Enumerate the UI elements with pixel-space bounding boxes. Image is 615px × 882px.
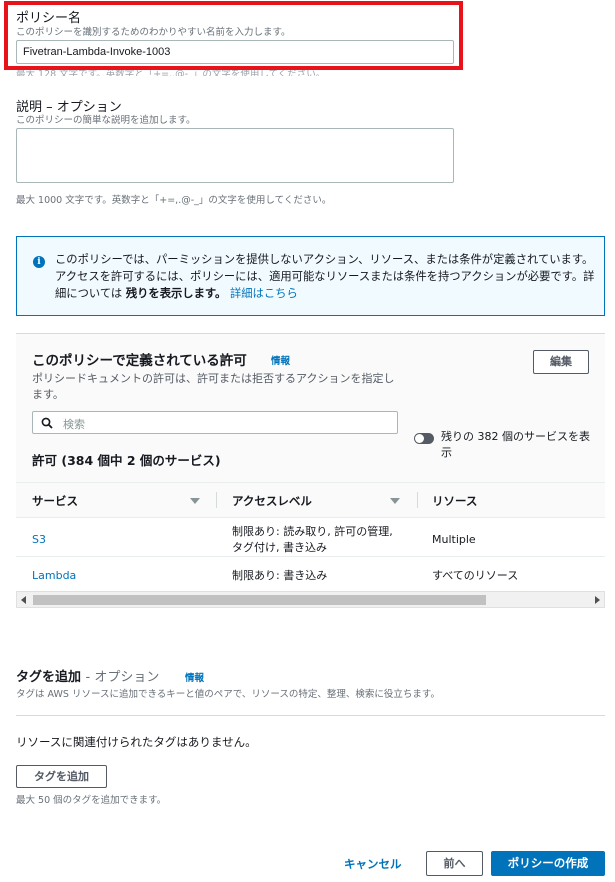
column-divider: [216, 492, 217, 508]
no-tags-text: リソースに関連付けられたタグはありません。: [16, 735, 257, 749]
row-divider: [16, 556, 605, 557]
permissions-count: 許可 (384 個中 2 個のサービス): [32, 453, 221, 468]
permissions-info-link[interactable]: 情報: [271, 353, 290, 367]
search-placeholder: 検索: [63, 418, 85, 431]
description-hint: このポリシーの簡単な説明を追加します。: [16, 115, 196, 126]
highlight-box: [4, 1, 463, 70]
access-level-lambda: 制限あり: 書き込み: [232, 569, 328, 582]
tags-optional: - オプション: [85, 670, 160, 685]
tags-hint: タグは AWS リソースに追加できるキーと値のペアで、リソースの特定、整理、検索…: [16, 689, 440, 700]
sort-icon[interactable]: [190, 498, 200, 504]
search-input[interactable]: 検索: [32, 411, 398, 434]
add-tag-button[interactable]: タグを追加: [16, 765, 107, 788]
create-policy-button[interactable]: ポリシーの作成: [491, 851, 605, 876]
permissions-title: このポリシーで定義されている許可: [32, 353, 247, 369]
resource-s3: Multiple: [432, 533, 476, 546]
column-header-access[interactable]: アクセスレベル: [232, 493, 312, 509]
info-icon: i: [33, 256, 45, 268]
scroll-left-icon[interactable]: [21, 596, 26, 604]
description-textarea[interactable]: [16, 128, 454, 183]
column-divider: [417, 492, 418, 508]
previous-button[interactable]: 前へ: [426, 851, 483, 876]
scroll-thumb[interactable]: [33, 595, 486, 605]
scroll-right-icon[interactable]: [595, 596, 600, 604]
info-alert-text: このポリシーでは、パーミッションを提供しないアクション、リソース、または条件が定…: [55, 253, 595, 300]
column-header-service[interactable]: サービス: [32, 493, 78, 509]
service-link-lambda[interactable]: Lambda: [32, 569, 76, 582]
service-link-s3[interactable]: S3: [32, 533, 46, 546]
tags-divider: [16, 715, 605, 716]
tags-info-link[interactable]: 情報: [185, 670, 204, 684]
learn-more-link[interactable]: 詳細はこちら: [230, 287, 298, 300]
tags-title: タグを追加 - オプション: [16, 670, 160, 685]
resource-lambda: すべてのリソース: [432, 569, 519, 582]
access-level-s3: 制限あり: 読み取り, 許可の管理, タグ付け, 書き込み: [232, 525, 393, 554]
sort-icon[interactable]: [390, 498, 400, 504]
permissions-description: ポリシードキュメントの許可は、許可または拒否するアクションを指定します。: [32, 372, 395, 401]
table-header: サービス アクセスレベル リソース: [16, 482, 605, 518]
permissions-panel: このポリシーで定義されている許可 情報 ポリシードキュメントの許可は、許可または…: [16, 333, 605, 610]
show-remaining-label: 残りの 382 個のサービスを表示: [441, 430, 590, 459]
column-header-resource: リソース: [432, 494, 478, 508]
info-alert: i このポリシーでは、パーミッションを提供しないアクション、リソース、または条件…: [16, 236, 605, 316]
cancel-button[interactable]: キャンセル: [344, 856, 402, 872]
edit-button[interactable]: 編集: [533, 350, 589, 374]
horizontal-scrollbar[interactable]: [16, 591, 605, 608]
toggle-knob: [415, 434, 424, 443]
show-remaining-toggle[interactable]: [414, 433, 434, 444]
tags-limit: 最大 50 個のタグを追加できます。: [16, 795, 167, 806]
search-icon: [41, 417, 53, 429]
info-alert-bold: 残りを表示します。: [125, 287, 227, 300]
description-constraint: 最大 1000 文字です。英数字と「+=,.@-_」の文字を使用してください。: [16, 195, 332, 206]
